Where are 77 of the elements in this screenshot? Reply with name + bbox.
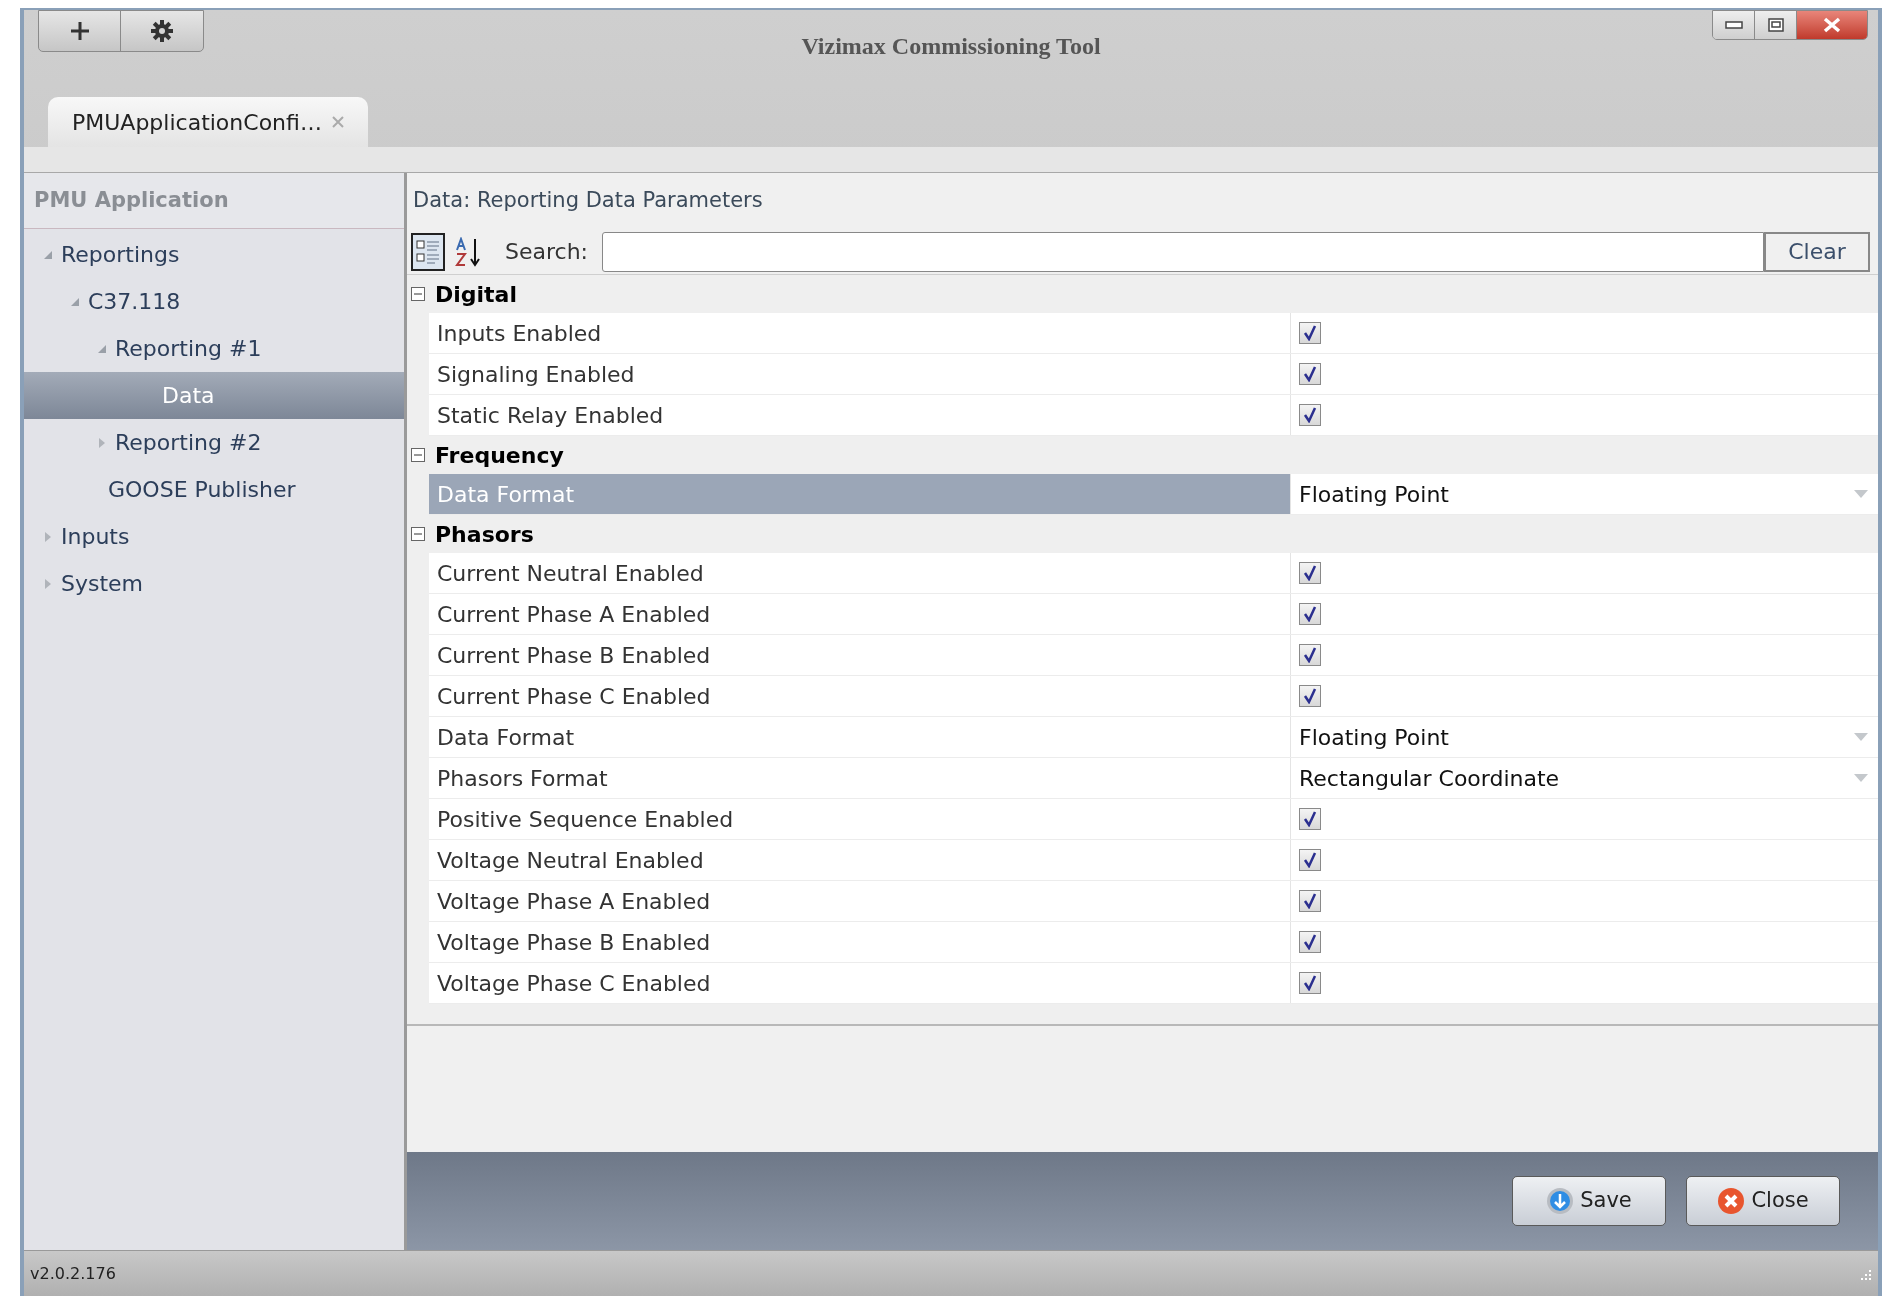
tree-item[interactable]: Reportings [24, 231, 404, 278]
check-icon [1303, 647, 1317, 663]
tree-item[interactable]: System [24, 560, 404, 607]
close-window-button[interactable] [1797, 11, 1867, 39]
dropdown[interactable]: Floating Point [1299, 477, 1868, 511]
collapse-icon[interactable] [411, 448, 425, 462]
checkbox[interactable] [1299, 890, 1321, 912]
category-header: Frequency [435, 441, 564, 470]
property-name[interactable]: Current Phase B Enabled [429, 635, 1291, 675]
property-name[interactable]: Signaling Enabled [429, 354, 1291, 394]
clear-button[interactable]: Clear [1764, 231, 1870, 272]
download-circle-icon [1546, 1187, 1575, 1215]
check-icon [1303, 366, 1317, 382]
check-icon [1303, 893, 1317, 909]
dropdown[interactable]: Floating Point [1299, 720, 1868, 754]
close-button[interactable]: Close [1686, 1176, 1840, 1226]
document-tab[interactable]: PMUApplicationConfi… [48, 97, 368, 147]
checkbox[interactable] [1299, 562, 1321, 584]
collapse-icon[interactable] [411, 527, 425, 541]
close-icon [1823, 17, 1841, 33]
search-field[interactable] [602, 231, 1764, 272]
property-name[interactable]: Phasors Format [429, 758, 1291, 798]
check-icon [1303, 565, 1317, 581]
checkbox[interactable] [1299, 849, 1321, 871]
tree-item[interactable]: Inputs [24, 513, 404, 560]
property-name[interactable]: Positive Sequence Enabled [429, 799, 1291, 839]
sidebar-title: PMU Application [24, 173, 404, 229]
property-name[interactable]: Voltage Phase C Enabled [429, 963, 1291, 1003]
check-icon [1303, 325, 1317, 341]
gear-icon [150, 19, 174, 43]
maximize-icon [1767, 18, 1784, 32]
minimize-button[interactable] [1713, 11, 1755, 39]
tree-item[interactable]: Reporting #2 [24, 419, 404, 466]
check-icon [1303, 811, 1317, 827]
property-name[interactable]: Inputs Enabled [429, 313, 1291, 353]
property-name[interactable]: Current Phase C Enabled [429, 676, 1291, 716]
property-name[interactable]: Voltage Phase A Enabled [429, 881, 1291, 921]
property-name[interactable]: Static Relay Enabled [429, 395, 1291, 435]
property-name[interactable]: Data Format [429, 717, 1291, 757]
maximize-button[interactable] [1755, 11, 1797, 39]
category-header: Phasors [435, 520, 534, 549]
tree-item[interactable]: C37.118 [24, 278, 404, 325]
check-icon [1303, 606, 1317, 622]
checkbox[interactable] [1299, 363, 1321, 385]
category-list-icon [415, 237, 441, 266]
checkbox[interactable] [1299, 404, 1321, 426]
check-icon [1303, 852, 1317, 868]
x-circle-icon [1717, 1187, 1746, 1215]
tree-item[interactable]: GOOSE Publisher [24, 466, 404, 513]
categorized-view-button[interactable] [411, 232, 445, 271]
checkbox[interactable] [1299, 972, 1321, 994]
checkbox[interactable] [1299, 685, 1321, 707]
window-title: Vizimax Commissioning Tool [801, 32, 1101, 61]
property-name[interactable]: Current Phase A Enabled [429, 594, 1291, 634]
property-name[interactable]: Voltage Phase B Enabled [429, 922, 1291, 962]
check-icon [1303, 934, 1317, 950]
checkbox[interactable] [1299, 644, 1321, 666]
checkbox[interactable] [1299, 931, 1321, 953]
sort-az-icon [454, 236, 482, 267]
search-label: Search: [505, 238, 588, 266]
save-button[interactable]: Save [1512, 1176, 1666, 1226]
tree-item[interactable]: Reporting #1 [24, 325, 404, 372]
check-icon [1303, 407, 1317, 423]
property-name[interactable]: Voltage Neutral Enabled [429, 840, 1291, 880]
panel-title: Data: Reporting Data Parameters [412, 187, 764, 215]
version-label: v2.0.2.176 [30, 1262, 116, 1285]
property-name[interactable]: Current Neutral Enabled [429, 553, 1291, 593]
collapse-icon[interactable] [411, 287, 425, 301]
checkbox[interactable] [1299, 808, 1321, 830]
category-header: Digital [435, 280, 517, 309]
check-icon [1303, 975, 1317, 991]
dropdown[interactable]: Rectangular Coordinate [1299, 761, 1868, 795]
checkbox[interactable] [1299, 322, 1321, 344]
plus-icon [69, 21, 90, 41]
checkbox[interactable] [1299, 603, 1321, 625]
minimize-icon [1724, 21, 1743, 29]
check-icon [1303, 688, 1317, 704]
